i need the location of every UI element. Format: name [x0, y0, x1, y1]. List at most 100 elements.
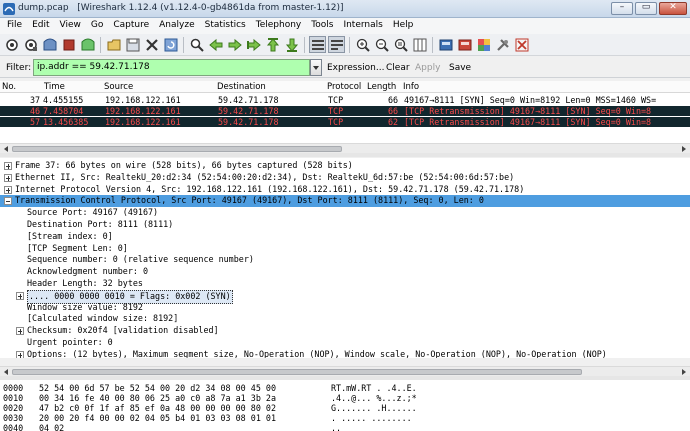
tree-item[interactable]: Sequence number: 0 (relative sequence nu…	[0, 254, 690, 266]
menu-help[interactable]: Help	[388, 18, 419, 34]
collapse-icon[interactable]	[4, 197, 12, 206]
packet-row[interactable]: 37 4.455155 192.168.122.161 59.42.71.178…	[0, 95, 690, 105]
save-file-icon[interactable]	[124, 36, 141, 53]
tree-item[interactable]: [TCP Segment Len: 0]	[0, 243, 690, 255]
hex-ascii: .4..@... %...z.;*	[331, 393, 417, 403]
tree-item[interactable]: Frame 37: 66 bytes on wire (528 bits), 6…	[0, 160, 690, 172]
zoom-normal-icon[interactable]	[392, 36, 409, 53]
interface-list-icon[interactable]	[3, 36, 20, 53]
tree-item[interactable]: Destination Port: 8111 (8111)	[0, 219, 690, 231]
main-toolbar	[0, 34, 690, 56]
expand-icon[interactable]	[4, 162, 12, 170]
filter-dropdown-button[interactable]	[310, 59, 322, 76]
tree-item[interactable]: [Stream index: 0]	[0, 231, 690, 243]
display-filters-icon[interactable]	[456, 36, 473, 53]
packet-list-header: No. Time Source Destination Protocol Len…	[0, 81, 690, 93]
capture-options-icon[interactable]	[22, 36, 39, 53]
zoom-in-icon[interactable]	[354, 36, 371, 53]
menu-analyze[interactable]: Analyze	[154, 18, 199, 34]
wireshark-logo-icon	[3, 3, 15, 15]
column-no[interactable]: No.	[2, 82, 16, 92]
menu-edit[interactable]: Edit	[27, 18, 54, 34]
column-info[interactable]: Info	[403, 82, 419, 92]
menu-go[interactable]: Go	[86, 18, 108, 34]
expand-icon[interactable]	[16, 327, 24, 336]
close-window-button[interactable]: ✕	[659, 2, 687, 15]
menu-tools[interactable]: Tools	[306, 18, 338, 34]
clear-button[interactable]: Clear	[386, 63, 410, 73]
tree-item[interactable]: Acknowledgment number: 0	[0, 266, 690, 278]
menu-capture[interactable]: Capture	[108, 18, 154, 34]
column-destination[interactable]: Destination	[217, 82, 266, 92]
stop-capture-icon[interactable]	[60, 36, 77, 53]
go-forward-icon[interactable]	[226, 36, 243, 53]
tree-item[interactable]: Options: (12 bytes), Maximum segment siz…	[0, 349, 690, 358]
zoom-out-icon[interactable]	[373, 36, 390, 53]
packet-row[interactable]: 57 13.456385 192.168.122.161 59.42.71.17…	[0, 117, 690, 127]
scroll-left-icon[interactable]	[1, 368, 11, 376]
go-first-icon[interactable]	[264, 36, 281, 53]
minimize-button[interactable]: –	[611, 2, 633, 15]
expand-icon[interactable]	[4, 173, 12, 182]
tree-item[interactable]: Transmission Control Protocol, Src Port:…	[0, 195, 690, 208]
find-packet-icon[interactable]	[188, 36, 205, 53]
go-back-icon[interactable]	[207, 36, 224, 53]
packet-row[interactable]: 46 7.458704 192.168.122.161 59.42.71.178…	[0, 106, 690, 116]
go-to-packet-icon[interactable]	[245, 36, 262, 53]
packet-list-scrollbar[interactable]	[0, 143, 690, 153]
expand-icon[interactable]	[4, 185, 12, 194]
restart-capture-icon[interactable]	[79, 36, 96, 53]
packet-info: [TCP Retransmission] 49167→8111 [SYN] Se…	[404, 106, 652, 116]
packet-protocol: TCP	[328, 106, 344, 116]
preferences-icon[interactable]	[494, 36, 511, 53]
go-last-icon[interactable]	[283, 36, 300, 53]
tree-item[interactable]: Window size value: 8192	[0, 302, 690, 314]
column-source[interactable]: Source	[104, 82, 133, 92]
capture-filters-icon[interactable]	[437, 36, 454, 53]
tree-item[interactable]: Source Port: 49167 (49167)	[0, 207, 690, 219]
auto-scroll-icon[interactable]	[328, 36, 345, 53]
menu-telephony[interactable]: Telephony	[251, 18, 307, 34]
expression-button[interactable]: Expression...	[327, 63, 384, 73]
maximize-button[interactable]: ▭	[635, 2, 657, 15]
menu-internals[interactable]: Internals	[338, 18, 387, 34]
tree-item[interactable]: .... 0000 0000 0010 = Flags: 0x002 (SYN)	[0, 289, 690, 304]
reload-icon[interactable]	[162, 36, 179, 53]
column-length[interactable]: Length	[367, 82, 396, 92]
packet-length: 66	[388, 106, 399, 116]
colorize-icon[interactable]	[309, 36, 326, 53]
scrollbar-thumb[interactable]	[12, 146, 342, 152]
open-file-icon[interactable]	[105, 36, 122, 53]
help-icon[interactable]	[513, 36, 530, 53]
display-filter-input[interactable]: ip.addr == 59.42.71.178	[33, 59, 310, 76]
tree-item[interactable]: Checksum: 0x20f4 [validation disabled]	[0, 325, 690, 337]
start-capture-icon[interactable]	[41, 36, 58, 53]
resize-columns-icon[interactable]	[411, 36, 428, 53]
scroll-left-icon[interactable]	[1, 145, 11, 153]
tree-item[interactable]: Urgent pointer: 0	[0, 337, 690, 349]
hex-ascii: RT.mW.RT . .4..E.	[331, 383, 417, 393]
close-file-icon[interactable]	[143, 36, 160, 53]
tree-item[interactable]: Internet Protocol Version 4, Src: 192.16…	[0, 184, 690, 196]
scrollbar-thumb[interactable]	[12, 369, 582, 375]
tree-item[interactable]: Header Length: 32 bytes	[0, 278, 690, 290]
tree-item[interactable]: Ethernet II, Src: RealtekU_20:d2:34 (52:…	[0, 172, 690, 184]
coloring-rules-icon[interactable]	[475, 36, 492, 53]
details-scrollbar[interactable]	[0, 366, 690, 376]
column-time[interactable]: Time	[44, 82, 65, 92]
expand-icon[interactable]	[16, 291, 24, 300]
menu-file[interactable]: File	[2, 18, 27, 34]
scroll-right-icon[interactable]	[679, 368, 689, 376]
pane-splitter[interactable]	[0, 153, 690, 157]
scroll-right-icon[interactable]	[679, 145, 689, 153]
toolbar-separator	[100, 36, 101, 53]
menu-statistics[interactable]: Statistics	[200, 18, 251, 34]
column-protocol[interactable]: Protocol	[327, 82, 361, 92]
menu-view[interactable]: View	[55, 18, 86, 34]
save-filter-button[interactable]: Save	[449, 63, 471, 73]
apply-button[interactable]: Apply	[415, 63, 440, 73]
expand-icon[interactable]	[16, 350, 24, 358]
packet-details-tree: Frame 37: 66 bytes on wire (528 bits), 6…	[0, 158, 690, 358]
tree-item-label: Options: (12 bytes), Maximum segment siz…	[27, 348, 607, 358]
tree-item[interactable]: [Calculated window size: 8192]	[0, 313, 690, 325]
